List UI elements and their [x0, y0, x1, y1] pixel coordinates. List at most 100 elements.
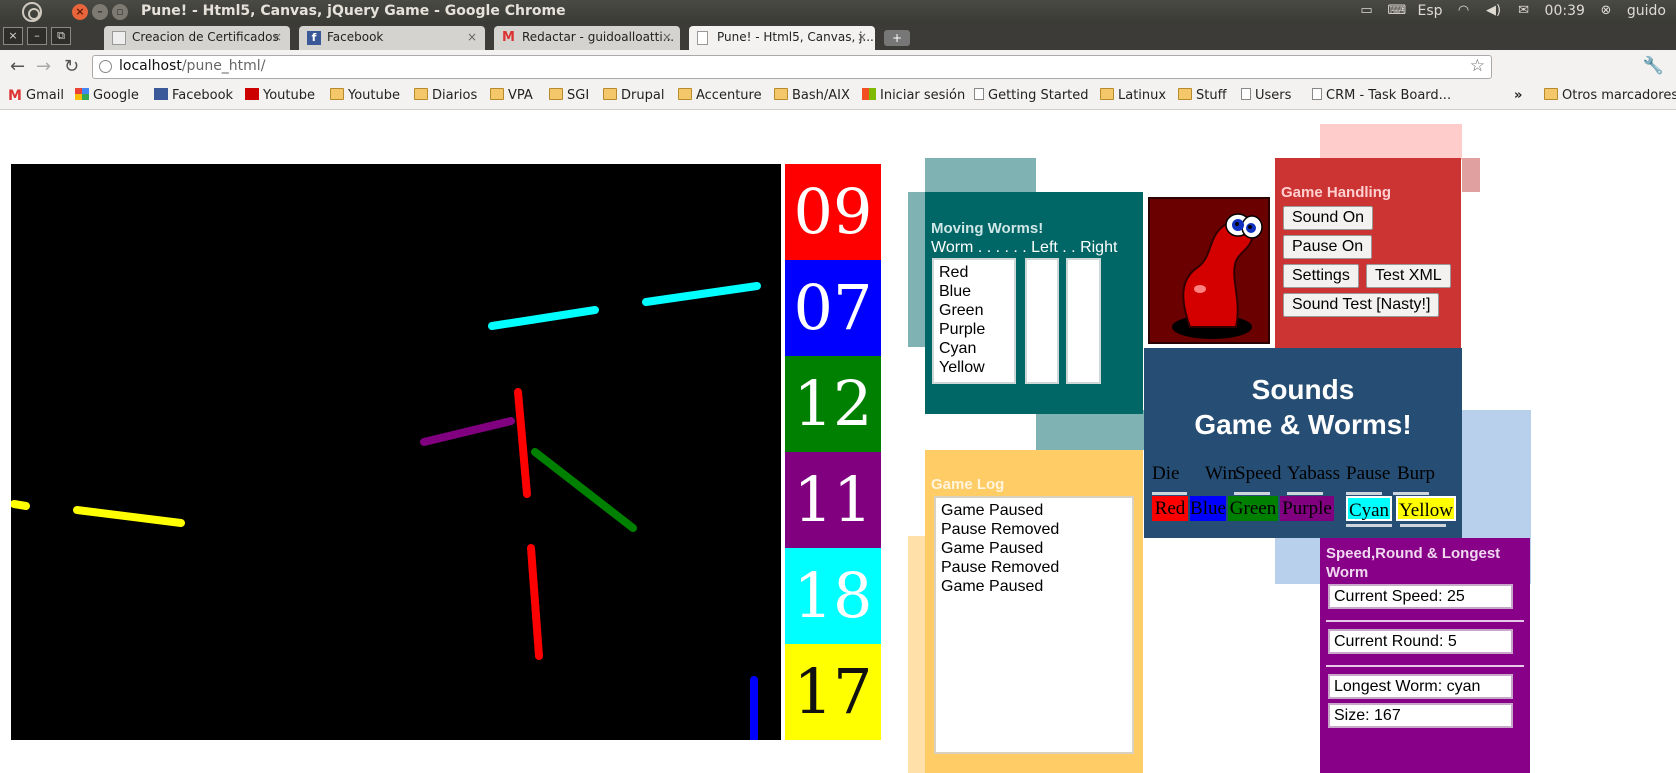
address-bar[interactable]: localhost/pune_html/ ☆ [92, 55, 1492, 79]
mail-icon[interactable]: ✉ [1515, 3, 1533, 19]
bookmarks-overflow-chevron[interactable]: » [1514, 88, 1522, 103]
tab-gmail[interactable]: M Redactar - guidoalloatti... × [494, 26, 680, 50]
bookmark-youtube[interactable]: Youtube [245, 88, 315, 103]
sound-slider-yabass[interactable] [1287, 492, 1323, 495]
yellow-worm-segment [73, 506, 185, 527]
list-item[interactable]: Green [939, 301, 1009, 320]
game-canvas[interactable] [11, 164, 781, 740]
window-minimize-button[interactable]: – [92, 4, 108, 20]
bookmark-label: Bash/AIX [792, 88, 850, 103]
bookmark-folder-youtube[interactable]: Youtube [330, 88, 400, 103]
longest-worm-field: Longest Worm: cyan [1328, 674, 1513, 699]
window-close-button[interactable]: × [72, 4, 88, 20]
folder-icon [414, 88, 428, 100]
volume-icon[interactable]: ◀) [1485, 3, 1503, 19]
bookmark-gmail[interactable]: M Gmail [8, 88, 64, 103]
tabstrip-close-icon[interactable]: × [3, 27, 23, 45]
worm-listbox[interactable]: Red Blue Green Purple Cyan Yellow [932, 258, 1016, 384]
sound-color-cyan[interactable]: Cyan [1346, 496, 1392, 521]
user-name[interactable]: guido [1627, 3, 1666, 19]
forward-icon[interactable]: → [36, 56, 51, 77]
tab-close-icon[interactable]: × [467, 30, 477, 44]
sound-color-red[interactable]: Red [1152, 496, 1188, 521]
test-xml-button[interactable]: Test XML [1366, 264, 1451, 288]
globe-icon [99, 60, 112, 73]
cyan-worm-segment [642, 282, 761, 306]
sound-color-green[interactable]: Green [1228, 496, 1278, 521]
window-maximize-button[interactable]: ▫ [112, 4, 128, 20]
tab-certificados[interactable]: Creacion de Certificados × [104, 26, 290, 50]
sound-color-blue[interactable]: Blue [1190, 496, 1226, 521]
clock[interactable]: 00:39 [1545, 3, 1585, 19]
sound-slider-cyan[interactable] [1346, 524, 1392, 527]
bookmark-folder-bash-aix[interactable]: Bash/AIX [774, 88, 850, 103]
list-item[interactable]: Yellow [939, 358, 1009, 377]
keyboard-icon[interactable]: ⌨ [1388, 3, 1407, 19]
bookmark-crm[interactable]: CRM - Task Board... [1312, 88, 1451, 103]
tab-close-icon[interactable]: × [857, 30, 867, 44]
bookmark-star-icon[interactable]: ☆ [1470, 56, 1485, 76]
sound-slider-pause[interactable] [1346, 492, 1382, 495]
bookmark-folder-sgi[interactable]: SGI [549, 88, 589, 103]
bookmark-folder-accenture[interactable]: Accenture [678, 88, 762, 103]
divider [1326, 665, 1524, 667]
wifi-icon[interactable]: ◠ [1455, 3, 1473, 19]
list-item[interactable]: Red [939, 263, 1009, 282]
tab-facebook[interactable]: f Facebook × [299, 26, 485, 50]
sound-on-button[interactable]: Sound On [1283, 206, 1374, 230]
bookmark-folder-latinux[interactable]: Latinux [1100, 88, 1166, 103]
bookmark-otros-marcadores[interactable]: Otros marcadores [1544, 88, 1676, 103]
bookmark-getting-started[interactable]: Getting Started [974, 88, 1089, 103]
bookmark-label: Stuff [1196, 88, 1227, 103]
tab-close-icon[interactable]: × [272, 30, 282, 44]
bookmark-google[interactable]: Google [75, 88, 139, 103]
bookmark-folder-stuff[interactable]: Stuff [1178, 88, 1227, 103]
worm-mascot-icon [1172, 213, 1263, 339]
bookmark-folder-vpa[interactable]: VPA [490, 88, 533, 103]
red-worm-segment [514, 388, 531, 498]
language-indicator[interactable]: Esp [1418, 3, 1443, 19]
bookmark-iniciar-sesion[interactable]: Iniciar sesión [862, 88, 965, 103]
sound-test-button[interactable]: Sound Test [Nasty!] [1283, 293, 1440, 317]
system-tray: ▭ ⌨ Esp ◠ ◀) ✉ 00:39 ⊗ guido [1358, 3, 1666, 19]
list-item[interactable]: Blue [939, 282, 1009, 301]
folder-icon [603, 88, 617, 100]
sound-color-yellow[interactable]: Yellow [1396, 496, 1456, 521]
left-key-listbox[interactable] [1025, 258, 1059, 384]
sound-slider-die[interactable] [1152, 492, 1187, 495]
pause-on-button[interactable]: Pause On [1283, 235, 1373, 259]
list-item[interactable]: Purple [939, 320, 1009, 339]
sound-slider-yellow[interactable] [1400, 524, 1446, 527]
page-icon [1241, 88, 1251, 100]
bookmark-label: Accenture [696, 88, 762, 103]
list-item[interactable]: Cyan [939, 339, 1009, 358]
bookmark-label: Getting Started [988, 88, 1089, 103]
settings-button[interactable]: Settings [1283, 264, 1359, 288]
session-icon[interactable]: ⊗ [1597, 3, 1615, 19]
tabstrip-minimize-icon[interactable]: – [27, 27, 47, 45]
bookmark-folder-drupal[interactable]: Drupal [603, 88, 664, 103]
bookmark-facebook[interactable]: Facebook [154, 88, 233, 103]
tabstrip-restore-icon[interactable]: ⧉ [51, 27, 71, 45]
display-icon[interactable]: ▭ [1358, 3, 1376, 19]
sound-slider-burp[interactable] [1393, 492, 1429, 495]
wrench-menu-icon[interactable]: 🔧 [1643, 56, 1664, 76]
decor-block [1036, 410, 1146, 450]
back-icon[interactable]: ← [10, 56, 25, 77]
ubuntu-logo-icon[interactable] [22, 2, 42, 22]
folder-icon [1544, 88, 1558, 100]
folder-icon [1178, 88, 1192, 100]
right-key-listbox[interactable] [1066, 258, 1101, 384]
reload-icon[interactable]: ↻ [64, 56, 79, 77]
game-log-textarea[interactable]: Game Paused Pause Removed Game Paused Pa… [934, 496, 1134, 754]
score-red: 09 [785, 164, 881, 260]
bookmark-users[interactable]: Users [1241, 88, 1291, 103]
log-entry: Pause Removed [941, 559, 1060, 576]
new-tab-button[interactable]: + [884, 30, 910, 46]
bookmark-folder-diarios[interactable]: Diarios [414, 88, 477, 103]
window-title: Pune! - Html5, Canvas, jQuery Game - Goo… [141, 3, 566, 19]
tab-pune[interactable]: Pune! - Html5, Canvas, j... × [689, 26, 875, 50]
tab-close-icon[interactable]: × [662, 30, 672, 44]
sound-slider-speed[interactable] [1234, 492, 1270, 495]
sound-color-purple[interactable]: Purple [1280, 496, 1334, 521]
